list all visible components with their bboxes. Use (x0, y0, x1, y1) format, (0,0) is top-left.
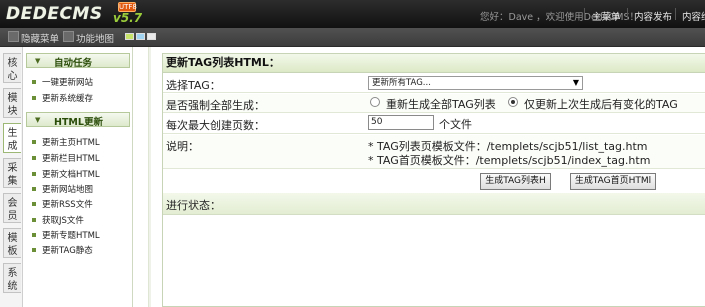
tab-core[interactable]: 核心 (3, 53, 21, 83)
logo-version: v5.7 (113, 11, 143, 25)
tab-member[interactable]: 会员 (3, 193, 21, 223)
radio-regenerate-all[interactable] (370, 97, 380, 107)
row-force-generate: 是否强制全部生成： 重新生成全部TAG列表 仅更新上次生成后有变化的TAG (163, 94, 705, 113)
radio-regenerate-all-label: 重新生成全部TAG列表 (386, 98, 496, 111)
tag-select[interactable]: 更新所有TAG... ▼ (368, 76, 583, 90)
sub-toolbar: 隐藏菜单 功能地图 (0, 28, 705, 47)
row-buttons: 生成TAG列表H 生成TAG首页HTMl (163, 170, 705, 193)
notes-label: 说明： (166, 140, 199, 153)
menu-splitter[interactable] (134, 47, 162, 307)
max-pages-label: 每次最大创建页数： (166, 119, 265, 132)
bullet-icon (32, 95, 36, 100)
function-map-icon (63, 31, 74, 42)
function-map-button[interactable]: 功能地图 (76, 31, 114, 45)
generate-tag-index-button[interactable]: 生成TAG首页HTMl (570, 173, 656, 190)
menu-item[interactable]: 更新TAG静态 (32, 244, 93, 256)
skin-green-icon[interactable] (125, 33, 134, 40)
hide-menu-button[interactable]: 隐藏菜单 (21, 31, 59, 45)
progress-label: 进行状态： (166, 199, 221, 212)
menu-item[interactable]: 更新系统缓存 (32, 92, 93, 104)
menu-section-auto-task[interactable]: ▼ 自动任务 (26, 53, 130, 69)
radio-update-changed-label: 仅更新上次生成后有变化的TAG (524, 98, 678, 111)
tab-module[interactable]: 模块 (3, 88, 21, 118)
splitter-bar[interactable] (148, 47, 151, 307)
chevron-down-icon: ▼ (35, 116, 41, 124)
bullet-icon (32, 171, 36, 176)
tab-template[interactable]: 模板 (3, 228, 21, 258)
menu-item[interactable]: 一键更新网站 (32, 76, 93, 88)
menu-item[interactable]: 更新网站地图 (32, 183, 93, 195)
tab-collect[interactable]: 采集 (3, 158, 21, 188)
tab-system[interactable]: 系统 (3, 263, 21, 293)
nav-content-publish[interactable]: 内容发布 (634, 9, 672, 23)
nav-divider (584, 8, 585, 20)
menu-section-html-update[interactable]: ▼ HTML更新 (26, 112, 130, 128)
row-max-pages: 每次最大创建页数： 50 个文件 (163, 114, 705, 134)
menu-item[interactable]: 更新文档HTML (32, 168, 100, 180)
bullet-icon (32, 155, 36, 160)
skin-blue-icon[interactable] (136, 33, 145, 40)
bullet-icon (32, 139, 36, 144)
force-label: 是否强制全部生成： (166, 99, 265, 112)
module-tabs: 核心 模块 生成 采集 会员 模板 系统 (0, 47, 23, 307)
nav-divider (675, 8, 676, 20)
tab-generate[interactable]: 生成 (3, 123, 21, 153)
menu-item[interactable]: 更新专题HTML (32, 229, 100, 241)
bullet-icon (32, 217, 36, 222)
nav-main-menu[interactable]: 主菜单 (592, 9, 621, 23)
left-menu: ▼ 自动任务 一键更新网站 更新系统缓存 ▼ HTML更新 更新主页HTML 更… (23, 47, 133, 307)
max-pages-unit: 个文件 (439, 118, 472, 131)
max-pages-input[interactable]: 50 (368, 115, 434, 130)
menu-item[interactable]: 更新栏目HTML (32, 152, 100, 164)
skin-gray-icon[interactable] (147, 33, 156, 40)
bullet-icon (32, 232, 36, 237)
progress-status-bar: 进行状态： (163, 193, 705, 215)
nav-divider (627, 8, 628, 20)
hide-menu-icon (8, 31, 19, 42)
page-title: 更新TAG列表HTML： (163, 54, 705, 73)
bullet-icon (32, 247, 36, 252)
row-notes: 说明： * TAG列表页模板文件：/templets/scjb51/list_t… (163, 135, 705, 169)
menu-item[interactable]: 更新RSS文件 (32, 198, 93, 210)
chevron-down-icon: ▼ (572, 78, 579, 87)
note-index-template: * TAG首页模板文件：/templets/scjb51/index_tag.h… (368, 154, 651, 167)
row-select-tag: 选择TAG： 更新所有TAG... ▼ (163, 74, 705, 93)
bullet-icon (32, 79, 36, 84)
select-tag-label: 选择TAG： (166, 79, 221, 92)
chevron-down-icon: ▼ (35, 57, 41, 65)
generate-tag-list-button[interactable]: 生成TAG列表H (480, 173, 551, 190)
radio-update-changed[interactable] (508, 97, 518, 107)
menu-item[interactable]: 更新主页HTML (32, 136, 100, 148)
menu-item[interactable]: 获取JS文件 (32, 214, 84, 226)
bullet-icon (32, 186, 36, 191)
top-bar: DEDECMS UTF8 v5.7 您好：Dave ，欢迎使用DedeCMS！ … (0, 0, 705, 28)
logo-text: DEDECMS (6, 4, 103, 24)
main-panel: 更新TAG列表HTML： 选择TAG： 更新所有TAG... ▼ 是否强制全部生… (162, 53, 705, 307)
nav-content-maintain[interactable]: 内容维 (682, 9, 705, 23)
bullet-icon (32, 201, 36, 206)
